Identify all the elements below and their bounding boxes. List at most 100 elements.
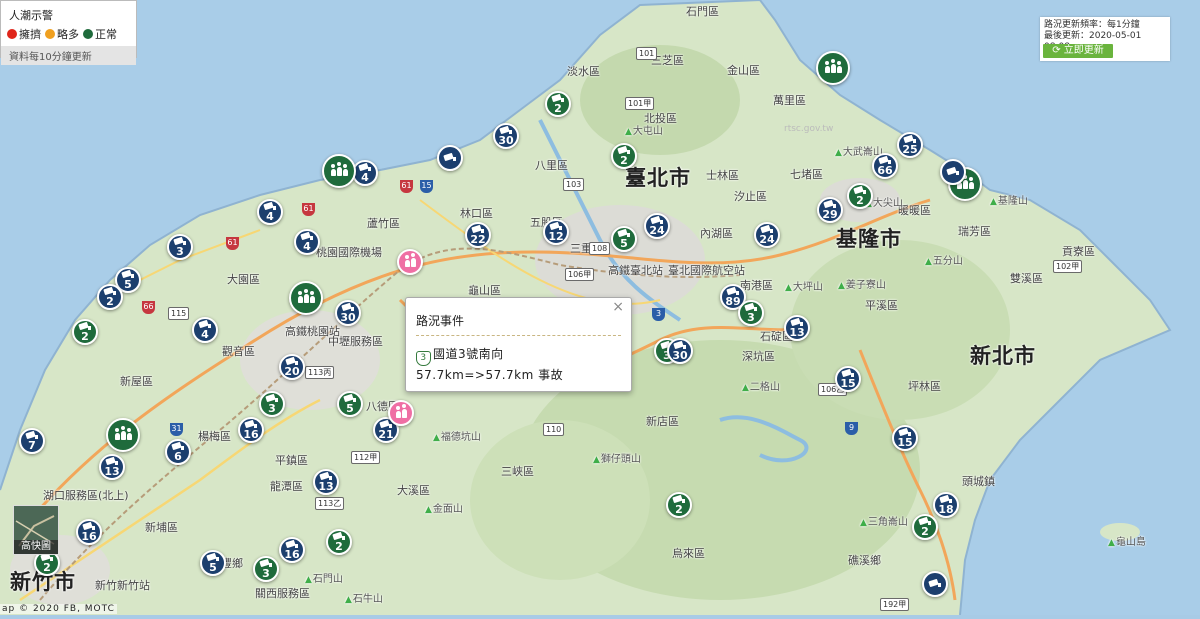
camera-count: 2 [620,153,628,167]
camera-marker[interactable]: 2 [72,319,98,345]
district-label: 中壢服務區 [328,335,383,348]
highway-shield: 31 [170,423,183,436]
camera-marker[interactable]: 13 [99,454,125,480]
district-label: 新店區 [646,415,679,428]
camera-marker[interactable]: 30 [667,338,693,364]
camera-marker[interactable]: 25 [897,132,923,158]
camera-count: 13 [789,325,805,339]
camera-marker[interactable]: 22 [465,222,491,248]
camera-marker[interactable]: 66 [872,153,898,179]
district-label: 龜山島 [1108,533,1146,548]
refresh-button[interactable]: ⟳ 立即更新 [1043,44,1113,58]
camera-icon [651,217,663,224]
district-label: 湖口服務區(北上) [43,489,129,502]
camera-count: 4 [266,209,274,223]
camera-marker[interactable]: 5 [611,226,637,252]
camera-marker[interactable] [437,145,463,171]
camera-icon [380,421,392,428]
camera-count: 2 [675,502,683,516]
camera-marker[interactable]: 2 [912,514,938,540]
camera-count: 4 [361,170,369,184]
popup-body: 3 國道3號南向57.7km=>57.7km 事故 [416,345,621,384]
camera-marker[interactable]: 5 [337,391,363,417]
camera-icon [245,421,257,428]
camera-icon [879,157,891,164]
camera-marker[interactable]: 2 [97,284,123,310]
camera-marker[interactable]: 4 [294,229,320,255]
district-label: 萬里區 [773,94,806,107]
camera-marker[interactable]: 13 [784,315,810,341]
camera-marker[interactable]: 16 [76,519,102,545]
highway-shield: 9 [845,422,858,435]
camera-marker[interactable]: 30 [493,123,519,149]
camera-marker[interactable]: 6 [165,439,191,465]
camera-icon [174,238,186,245]
district-label: 淡水區 [567,65,600,78]
camera-marker[interactable]: 2 [545,91,571,117]
green-dot-icon [83,29,93,39]
camera-marker[interactable]: 3 [253,556,279,582]
camera-marker[interactable]: 2 [847,183,873,209]
district-label: 大坪山 [785,278,823,293]
camera-count: 21 [378,427,394,441]
crowd-legend: 人潮示警 擁擠 略多 正常 資料每10分鐘更新 [0,0,137,65]
city-label-taipei: 臺北市 [625,166,691,190]
camera-marker[interactable]: 7 [19,428,45,454]
camera-marker[interactable]: 2 [326,529,352,555]
camera-marker[interactable]: 3 [259,391,285,417]
camera-marker[interactable]: 2 [611,143,637,169]
district-label: 獅仔頭山 [593,450,641,465]
camera-marker[interactable] [940,159,966,185]
camera-icon [122,271,134,278]
close-icon[interactable]: × [612,299,624,315]
incident-marker[interactable] [397,249,423,275]
camera-marker[interactable]: 12 [543,219,569,245]
camera-marker[interactable]: 4 [352,160,378,186]
camera-marker[interactable]: 4 [192,317,218,343]
camera-marker[interactable]: 29 [817,197,843,223]
camera-marker[interactable]: 13 [313,469,339,495]
district-label: 二格山 [742,378,780,393]
camera-icon [207,554,219,561]
camera-marker[interactable]: 24 [754,222,780,248]
incident-marker[interactable] [388,400,414,426]
district-label: 五分山 [925,252,963,267]
camera-marker[interactable]: 5 [200,550,226,576]
district-label: 內湖區 [700,227,733,240]
crowd-marker[interactable] [322,154,356,188]
update-frequency: 路況更新頻率：每1分鐘 [1044,20,1140,30]
camera-marker[interactable]: 16 [238,417,264,443]
camera-count: 30 [498,133,514,147]
camera-marker[interactable]: 24 [644,213,670,239]
camera-marker[interactable]: 3 [738,300,764,326]
camera-count: 66 [877,163,893,177]
camera-marker[interactable]: 4 [257,199,283,225]
camera-icon [550,223,562,230]
camera-count: 3 [747,310,755,324]
crowd-marker[interactable] [106,418,140,452]
highway-shield: 61 [302,203,315,216]
camera-marker[interactable]: 3 [167,234,193,260]
camera-icon [264,203,276,210]
camera-count: 3 [262,566,270,580]
route-shield: 113丙 [305,366,335,379]
highway-map-button[interactable]: 高快圖 [13,505,59,555]
camera-marker[interactable]: 15 [892,425,918,451]
camera-count: 3 [176,244,184,258]
crowd-marker[interactable] [289,281,323,315]
refresh-icon: ⟳ [1052,45,1061,56]
camera-marker[interactable]: 20 [279,354,305,380]
camera-marker[interactable] [922,571,948,597]
camera-count: 2 [554,101,562,115]
camera-marker[interactable]: 18 [933,492,959,518]
incident-icon [395,403,407,418]
district-label: 楊梅區 [198,430,231,443]
camera-marker[interactable]: 2 [666,492,692,518]
camera-count: 5 [209,560,217,574]
camera-count: 20 [284,364,300,378]
camera-marker[interactable]: 16 [279,537,305,563]
camera-marker[interactable]: 15 [835,366,861,392]
camera-marker[interactable]: 30 [335,300,361,326]
crowd-marker[interactable] [816,51,850,85]
camera-count: 2 [106,294,114,308]
